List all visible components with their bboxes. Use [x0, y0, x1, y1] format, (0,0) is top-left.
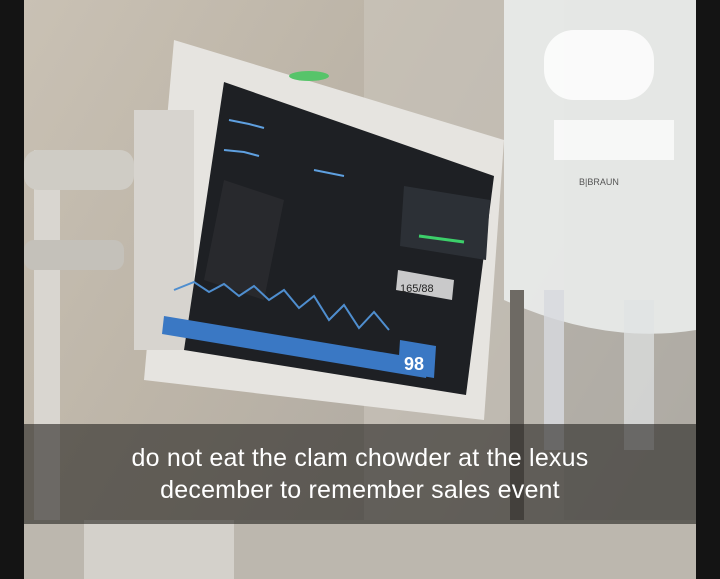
- monitor-mount: [134, 110, 194, 350]
- iv-bag-glare: [544, 30, 654, 100]
- iv-bag-label: B|BRAUN: [579, 177, 619, 187]
- caption-line-1: do not eat the clam chowder at the lexus: [131, 444, 589, 472]
- left-cable-2: [24, 240, 124, 270]
- caption-line-2: december to remember sales event: [160, 476, 560, 504]
- iv-bag-panel: [554, 120, 674, 160]
- power-indicator: [289, 71, 329, 81]
- readout-large: 98: [404, 354, 424, 374]
- readout-small: 165/88: [400, 283, 434, 295]
- left-cables: [24, 150, 134, 190]
- caption-bar: do not eat the clam chowder at the lexus…: [24, 424, 696, 524]
- bed-rail: [84, 520, 234, 579]
